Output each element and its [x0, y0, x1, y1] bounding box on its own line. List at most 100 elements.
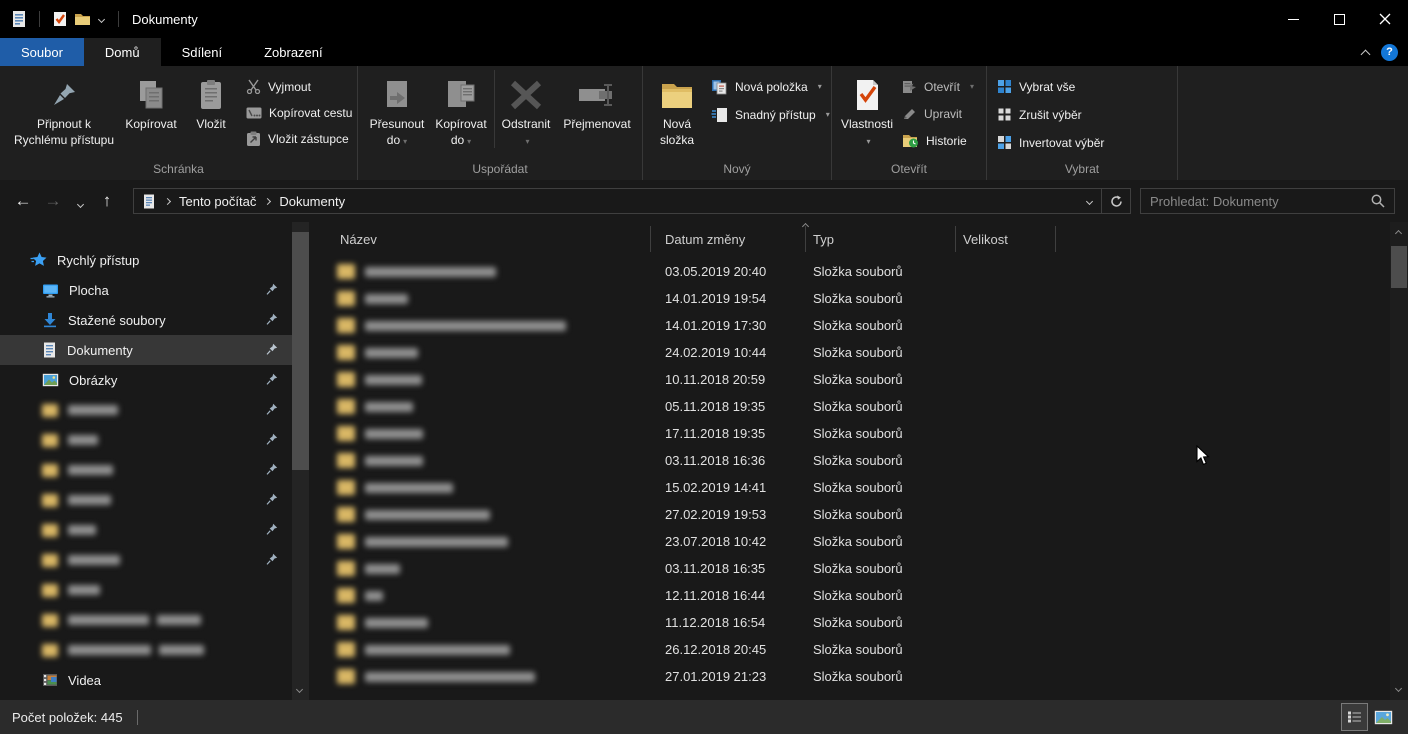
sidebar-scrollbar[interactable] [292, 222, 309, 700]
tab-view[interactable]: Zobrazení [243, 38, 344, 66]
minimize-button[interactable] [1270, 0, 1316, 38]
tab-home[interactable]: Domů [84, 38, 161, 66]
file-row[interactable]: 03.11.2018 16:36 Složka souborů [320, 447, 1390, 474]
quick-access-toolbar-dropdown-icon[interactable] [93, 8, 109, 30]
file-row[interactable]: 14.01.2019 19:54 Složka souborů [320, 285, 1390, 312]
open-button[interactable]: Otevřít [902, 76, 974, 97]
sidebar-item-label: Stažené soubory [68, 313, 166, 328]
invert-selection-button[interactable]: Invertovat výběr [997, 132, 1104, 153]
sidebar-item-pictures[interactable]: Obrázky [0, 365, 292, 395]
file-type: Složka souborů [806, 453, 956, 468]
sidebar-item-folder[interactable] [0, 635, 292, 665]
new-item-button[interactable]: Nová položka [711, 76, 830, 97]
rename-button[interactable]: Přejmenovat [557, 66, 637, 158]
sidebar-item-folder[interactable] [0, 395, 292, 425]
sidebar-item-quick-access[interactable]: Rychlý přístup [0, 245, 292, 275]
scroll-down-icon[interactable] [296, 686, 303, 693]
file-type: Složka souborů [806, 588, 956, 603]
file-row[interactable]: 17.11.2018 19:35 Složka souborů [320, 420, 1390, 447]
sidebar-item-downloads[interactable]: Stažené soubory [0, 305, 292, 335]
select-all-button[interactable]: Vybrat vše [997, 76, 1104, 97]
scroll-down-icon[interactable] [1395, 685, 1402, 692]
column-header-type[interactable]: Typ [806, 226, 956, 252]
scroll-up-icon[interactable] [1395, 230, 1402, 237]
file-row[interactable]: 03.05.2019 20:40 Složka souborů [320, 258, 1390, 285]
copy-button[interactable]: Kopírovat [116, 66, 186, 158]
file-row[interactable]: 03.11.2018 16:35 Složka souborů [320, 555, 1390, 582]
redacted-folder-name [68, 585, 100, 595]
edit-button[interactable]: Upravit [902, 103, 974, 124]
file-row[interactable]: 24.02.2019 10:44 Složka souborů [320, 339, 1390, 366]
help-icon[interactable]: ? [1381, 44, 1398, 61]
filelist-scrollbar-thumb[interactable] [1391, 246, 1407, 288]
close-button[interactable] [1362, 0, 1408, 38]
sidebar-item-folder[interactable] [0, 515, 292, 545]
tab-share[interactable]: Sdílení [161, 38, 243, 66]
easy-access-icon [711, 107, 728, 123]
copy-to-button[interactable]: Kopírovatdo [428, 66, 494, 158]
folder-icon [42, 644, 58, 657]
column-header-size[interactable]: Velikost [956, 226, 1056, 252]
refresh-icon[interactable] [1101, 189, 1130, 213]
back-icon[interactable]: ← [8, 191, 38, 211]
select-none-button[interactable]: Zrušit výběr [997, 104, 1104, 125]
path-icon [246, 107, 262, 119]
file-row[interactable]: 05.11.2018 19:35 Složka souborů [320, 393, 1390, 420]
paste-button[interactable]: Vložit [186, 66, 236, 158]
new-folder-button[interactable]: Novásložka [651, 66, 703, 158]
tab-file[interactable]: Soubor [0, 38, 84, 66]
sidebar-item-folder[interactable] [0, 545, 292, 575]
file-row[interactable]: 27.02.2019 19:53 Složka souborů [320, 501, 1390, 528]
file-row[interactable]: 12.11.2018 16:44 Složka souborů [320, 582, 1390, 609]
easy-access-button[interactable]: Snadný přístup [711, 104, 830, 125]
sidebar-item-folder[interactable] [0, 425, 292, 455]
pin-icon [266, 313, 278, 326]
quick-access-new-folder-icon[interactable] [71, 8, 93, 30]
breadcrumb-current[interactable]: Dokumenty [279, 194, 345, 209]
folder-icon [337, 426, 355, 441]
thumbnail-view-button[interactable] [1371, 704, 1396, 730]
sidebar-item-desktop[interactable]: Plocha [0, 275, 292, 305]
sidebar-item-folder[interactable] [0, 485, 292, 515]
copy-path-button[interactable]: Kopírovat cestu [246, 102, 352, 123]
search-icon[interactable] [1371, 194, 1385, 208]
properties-button[interactable]: Vlastnosti [838, 66, 896, 158]
file-row[interactable]: 23.07.2018 10:42 Složka souborů [320, 528, 1390, 555]
ribbon-group-clipboard: Připnout kRychlému přístupu Kopírovat Vl… [0, 66, 358, 180]
sidebar-item-folder[interactable] [0, 455, 292, 485]
sidebar-item-documents[interactable]: Dokumenty [0, 335, 292, 365]
filelist-scrollbar[interactable] [1390, 222, 1408, 700]
quick-access-properties-icon[interactable] [49, 8, 71, 30]
recent-locations-icon[interactable] [68, 196, 92, 207]
paste-shortcut-button[interactable]: Vložit zástupce [246, 128, 352, 149]
column-header-name[interactable]: Název [320, 226, 651, 252]
sidebar-item-videos[interactable]: Videa [0, 665, 292, 695]
file-row[interactable]: 15.02.2019 14:41 Složka souborů [320, 474, 1390, 501]
file-row[interactable]: 10.11.2018 20:59 Složka souborů [320, 366, 1390, 393]
delete-button[interactable]: Odstranit [495, 66, 557, 158]
breadcrumb-root[interactable]: Tento počítač [179, 194, 256, 209]
sidebar-item-folder[interactable] [0, 605, 292, 635]
search-box[interactable]: Prohledat: Dokumenty [1140, 188, 1395, 214]
open-icon [902, 80, 917, 94]
address-bar[interactable]: Tento počítač Dokumenty [133, 188, 1131, 214]
cut-button[interactable]: Vyjmout [246, 76, 352, 97]
file-type: Složka souborů [806, 426, 956, 441]
search-placeholder: Prohledat: Dokumenty [1141, 194, 1371, 209]
sidebar-scrollbar-thumb[interactable] [292, 232, 309, 470]
file-row[interactable]: 14.01.2019 17:30 Složka souborů [320, 312, 1390, 339]
move-to-button[interactable]: Přesunoutdo [366, 66, 428, 158]
file-row[interactable]: 27.01.2019 21:23 Složka souborů [320, 663, 1390, 690]
details-view-button[interactable] [1342, 704, 1367, 730]
sidebar-item-folder[interactable] [0, 575, 292, 605]
forward-icon[interactable]: → [38, 191, 68, 211]
address-dropdown-icon[interactable] [1077, 199, 1101, 204]
file-row[interactable]: 11.12.2018 16:54 Složka souborů [320, 609, 1390, 636]
file-row[interactable]: 26.12.2018 20:45 Složka souborů [320, 636, 1390, 663]
up-icon[interactable]: ↑ [92, 191, 122, 211]
pin-to-quick-access-button[interactable]: Připnout kRychlému přístupu [12, 66, 116, 158]
maximize-button[interactable] [1316, 0, 1362, 38]
history-button[interactable]: Historie [902, 130, 974, 151]
collapse-ribbon-icon[interactable] [1361, 49, 1371, 59]
column-header-date[interactable]: Datum změny [651, 226, 806, 252]
